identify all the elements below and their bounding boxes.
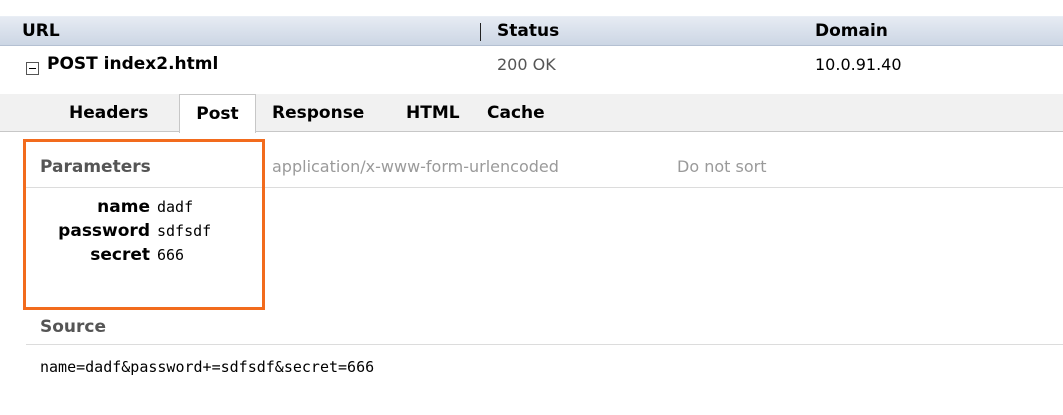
parameter-value: sdfsdf xyxy=(157,222,212,240)
parameters-divider xyxy=(26,187,1063,188)
column-header-domain[interactable]: Domain xyxy=(815,17,888,45)
parameter-value: 666 xyxy=(157,246,185,264)
source-title: Source xyxy=(40,317,107,337)
request-status: 200 OK xyxy=(497,55,556,74)
parameter-row: password sdfsdf xyxy=(26,219,286,243)
tab-post[interactable]: Post xyxy=(179,94,256,133)
column-header-status[interactable]: Status xyxy=(497,17,559,45)
parameter-value: dadf xyxy=(157,198,194,216)
parameter-row: name dadf xyxy=(26,195,286,219)
column-header-url[interactable]: URL xyxy=(22,17,60,45)
parameter-name: name xyxy=(97,197,150,217)
content-type-label[interactable]: application/x-www-form-urlencoded xyxy=(272,157,559,176)
parameter-row: secret 666 xyxy=(26,243,286,267)
sort-toggle[interactable]: Do not sort xyxy=(677,157,766,176)
tab-response[interactable]: Response xyxy=(272,94,364,132)
detail-tabs: Headers Post Response HTML Cache xyxy=(0,94,1063,133)
request-row[interactable]: POST index2.html 200 OK 10.0.91.40 xyxy=(0,51,1063,83)
source-divider xyxy=(26,344,1063,345)
column-header-row: URL Status Domain xyxy=(0,16,1063,46)
collapse-icon[interactable] xyxy=(26,62,39,75)
parameter-name: secret xyxy=(90,245,150,265)
column-resize-handle[interactable] xyxy=(480,23,481,41)
tab-html[interactable]: HTML xyxy=(406,94,460,132)
parameter-name: password xyxy=(58,221,150,241)
parameters-title: Parameters xyxy=(40,157,151,177)
request-title[interactable]: POST index2.html xyxy=(47,54,218,74)
source-text: name=dadf&password+=sdfsdf&secret=666 xyxy=(40,358,375,376)
tab-cache[interactable]: Cache xyxy=(487,94,545,132)
tab-headers[interactable]: Headers xyxy=(69,94,148,132)
request-domain: 10.0.91.40 xyxy=(815,55,902,74)
